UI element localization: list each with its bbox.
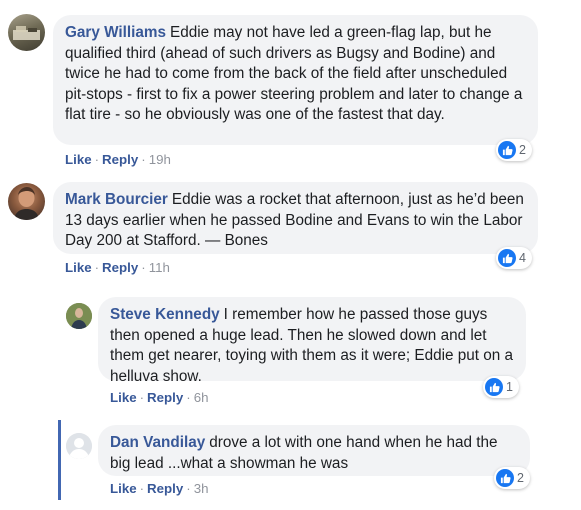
like-thumbs-up-icon: [496, 469, 514, 487]
comment-bubble: Dan Vandilay drove a lot with one hand wh…: [98, 425, 530, 476]
avatar[interactable]: [8, 14, 45, 51]
reply-link[interactable]: Reply: [102, 152, 138, 167]
comment-actions: Like · Reply · 3h: [110, 481, 209, 497]
comment-actions: Like · Reply · 19h: [65, 152, 171, 168]
reaction-count-badge[interactable]: 2: [496, 139, 532, 161]
reaction-count-badge[interactable]: 1: [483, 376, 519, 398]
comment-actions: Like · Reply · 11h: [65, 260, 170, 276]
reply-link[interactable]: Reply: [147, 481, 183, 496]
like-link[interactable]: Like: [65, 260, 92, 275]
timestamp[interactable]: 19h: [149, 152, 171, 167]
avatar-photo: [13, 26, 40, 40]
comment-bubble: Mark Bourcier Eddie was a rocket that aft…: [53, 182, 538, 254]
comment-bubble: Steve Kennedy I remember how he passed th…: [98, 297, 526, 385]
timestamp[interactable]: 11h: [149, 260, 170, 275]
separator: ·: [94, 152, 100, 167]
comment-author[interactable]: Gary Williams: [65, 24, 166, 41]
timestamp[interactable]: 6h: [194, 390, 209, 405]
separator: ·: [94, 260, 100, 275]
like-thumbs-up-icon: [498, 141, 516, 159]
separator: ·: [141, 152, 146, 167]
comment-author[interactable]: Dan Vandilay: [110, 434, 205, 451]
reaction-count: 2: [519, 143, 526, 157]
reply-link[interactable]: Reply: [147, 390, 183, 405]
timestamp[interactable]: 3h: [194, 481, 209, 496]
separator: ·: [141, 260, 146, 275]
comment-bubble: Gary Williams Eddie may not have led a gr…: [53, 15, 538, 145]
separator: ·: [139, 481, 145, 496]
like-link[interactable]: Like: [65, 152, 92, 167]
avatar-photo: [14, 187, 39, 220]
separator: ·: [139, 390, 145, 405]
default-avatar-icon: [66, 433, 92, 459]
avatar[interactable]: [66, 303, 92, 329]
avatar[interactable]: [66, 433, 92, 459]
reaction-count: 2: [517, 471, 524, 485]
reaction-count: 1: [506, 380, 513, 394]
reaction-count: 4: [519, 251, 526, 265]
avatar[interactable]: [8, 183, 45, 220]
reply-highlight-bar: [58, 420, 61, 500]
separator: ·: [186, 481, 191, 496]
reply-link[interactable]: Reply: [102, 260, 138, 275]
separator: ·: [186, 390, 191, 405]
avatar-photo: [66, 303, 92, 329]
like-thumbs-up-icon: [485, 378, 503, 396]
like-link[interactable]: Like: [110, 390, 137, 405]
comment-author[interactable]: Mark Bourcier: [65, 191, 168, 208]
comment-actions: Like · Reply · 6h: [110, 390, 209, 406]
like-thumbs-up-icon: [498, 249, 516, 267]
comment-author[interactable]: Steve Kennedy: [110, 306, 220, 323]
reaction-count-badge[interactable]: 2: [494, 467, 530, 489]
like-link[interactable]: Like: [110, 481, 137, 496]
reaction-count-badge[interactable]: 4: [496, 247, 532, 269]
